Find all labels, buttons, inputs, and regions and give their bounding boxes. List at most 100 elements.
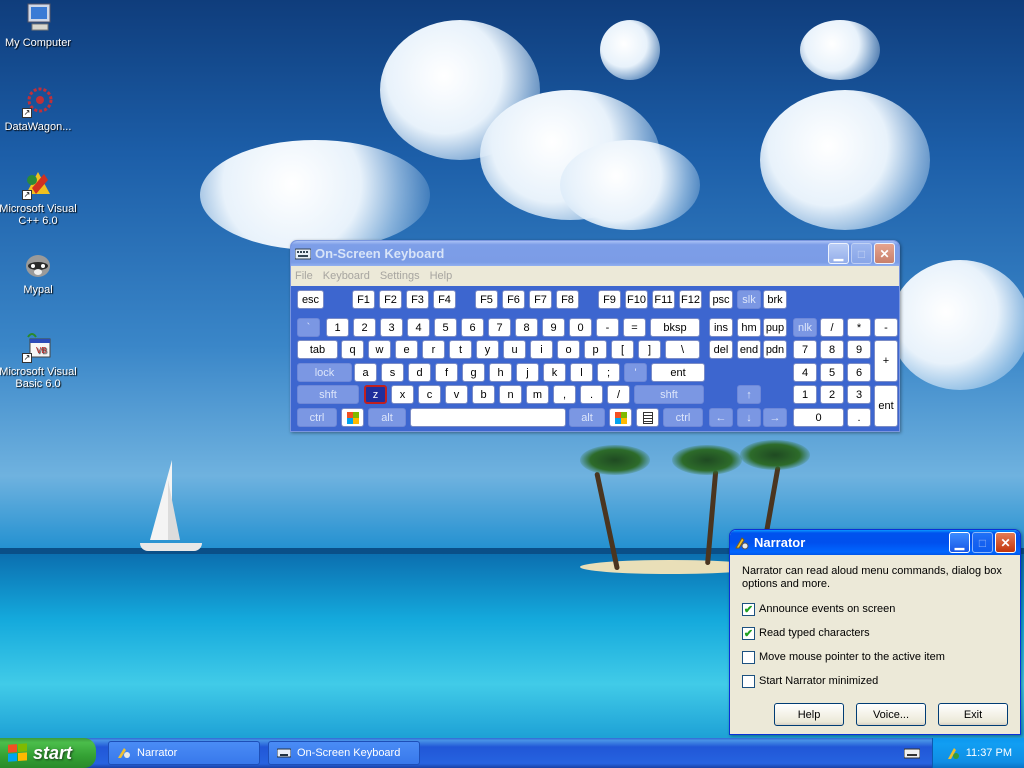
clock[interactable]: 11:37 PM — [966, 747, 1012, 759]
key-num-13[interactable]: bksp — [650, 318, 700, 337]
key-top-5[interactable]: t — [449, 340, 472, 359]
help-button[interactable]: Help — [774, 703, 844, 726]
key-top-14[interactable]: del — [709, 340, 733, 359]
key-home-4[interactable]: f — [435, 363, 458, 382]
key-num-2[interactable]: 2 — [353, 318, 376, 337]
key-num-8[interactable]: 8 — [515, 318, 538, 337]
key-space-row-3[interactable]: ctrl — [663, 408, 703, 427]
desktop-icon-visual-cpp[interactable]: ↗ Microsoft Visual C++ 6.0 — [0, 168, 78, 227]
key-space-row-0[interactable]: ctrl — [297, 408, 337, 427]
key-num-3[interactable]: 3 — [380, 318, 403, 337]
key-num-17[interactable]: nlk — [793, 318, 817, 337]
key-top-7[interactable]: u — [503, 340, 526, 359]
key-fn-5[interactable]: F5 — [475, 290, 498, 309]
menu-settings[interactable]: Settings — [380, 270, 420, 282]
key-top-10[interactable]: p — [584, 340, 607, 359]
key-bottom-2[interactable]: x — [391, 385, 414, 404]
key-fn-6[interactable]: F6 — [502, 290, 525, 309]
key-num-18[interactable]: / — [820, 318, 844, 337]
key-top-8[interactable]: i — [530, 340, 553, 359]
key-fn-13[interactable]: psc — [709, 290, 733, 309]
key-top-3[interactable]: e — [395, 340, 418, 359]
key-top-18[interactable]: 8 — [820, 340, 844, 359]
key-home-14[interactable]: 5 — [820, 363, 844, 382]
key-bottom-13[interactable]: 1 — [793, 385, 817, 404]
key-fn-1[interactable]: F1 — [352, 290, 375, 309]
menu-file[interactable]: File — [295, 270, 313, 282]
key-top-6[interactable]: y — [476, 340, 499, 359]
menu-help[interactable]: Help — [430, 270, 453, 282]
option-announce-events[interactable]: ✔ Announce events on screen — [742, 597, 1008, 621]
key-num-11[interactable]: - — [596, 318, 619, 337]
desktop-icon-my-computer[interactable]: My Computer — [0, 2, 78, 49]
key-top-11[interactable]: [ — [611, 340, 634, 359]
key-home-15[interactable]: 6 — [847, 363, 871, 382]
narrator-tray-icon[interactable] — [946, 746, 960, 760]
minimize-button[interactable]: ▁ — [828, 243, 849, 264]
option-start-minimized[interactable]: Start Narrator minimized — [742, 669, 1008, 693]
key-space-row-8[interactable]: . — [847, 408, 871, 427]
key-home-3[interactable]: d — [408, 363, 431, 382]
key-num-10[interactable]: 0 — [569, 318, 592, 337]
minimize-button[interactable]: ▁ — [949, 532, 970, 553]
key-home-12[interactable]: ent — [651, 363, 705, 382]
key-space[interactable] — [410, 408, 566, 427]
menu-keyboard[interactable]: Keyboard — [323, 270, 370, 282]
key-num-15[interactable]: hm — [737, 318, 761, 337]
task-narrator[interactable]: Narrator — [108, 741, 260, 765]
key-num-1[interactable]: 1 — [326, 318, 349, 337]
checkbox[interactable]: ✔ — [742, 602, 755, 616]
option-move-mouse[interactable]: Move mouse pointer to the active item — [742, 645, 1008, 669]
key-top-15[interactable]: end — [737, 340, 761, 359]
key-bottom-4[interactable]: v — [445, 385, 468, 404]
key-num-9[interactable]: 9 — [542, 318, 565, 337]
key-bottom-6[interactable]: n — [499, 385, 522, 404]
key-top-17[interactable]: 7 — [793, 340, 817, 359]
desktop-icon-visual-basic[interactable]: VB ↗ Microsoft Visual Basic 6.0 — [0, 331, 78, 390]
desktop-icon-datawagon[interactable]: ↗ DataWagon... — [0, 86, 78, 133]
key-num-7[interactable]: 7 — [488, 318, 511, 337]
key-bottom-15[interactable]: 3 — [847, 385, 871, 404]
option-read-typed[interactable]: ✔ Read typed characters — [742, 621, 1008, 645]
key-bottom-1[interactable]: z — [364, 385, 387, 404]
task-on-screen-keyboard[interactable]: On-Screen Keyboard — [268, 741, 420, 765]
key-menu[interactable] — [636, 408, 659, 427]
key-num-12[interactable]: = — [623, 318, 646, 337]
key-fn-3[interactable]: F3 — [406, 290, 429, 309]
key-space-row-4[interactable]: ← — [709, 408, 733, 427]
key-space-row-7[interactable]: 0 — [793, 408, 844, 427]
key-num-16[interactable]: pup — [763, 318, 787, 337]
key-windows[interactable] — [609, 408, 632, 427]
key-num-5[interactable]: 5 — [434, 318, 457, 337]
maximize-button[interactable]: □ — [851, 243, 872, 264]
key-fn-4[interactable]: F4 — [433, 290, 456, 309]
key-bottom-5[interactable]: b — [472, 385, 495, 404]
key-home-0[interactable]: lock — [297, 363, 352, 382]
key-top-12[interactable]: ] — [638, 340, 661, 359]
close-button[interactable]: ✕ — [995, 532, 1016, 553]
key-bottom-14[interactable]: 2 — [820, 385, 844, 404]
checkbox[interactable] — [742, 650, 755, 664]
key-fn-9[interactable]: F9 — [598, 290, 621, 309]
key-space-row-1[interactable]: alt — [368, 408, 406, 427]
key-top-4[interactable]: r — [422, 340, 445, 359]
key-space-row-2[interactable]: alt — [569, 408, 605, 427]
key-home-8[interactable]: k — [543, 363, 566, 382]
maximize-button[interactable]: □ — [972, 532, 993, 553]
key-home-7[interactable]: j — [516, 363, 539, 382]
key-bottom-9[interactable]: . — [580, 385, 603, 404]
key-fn-14[interactable]: slk — [737, 290, 761, 309]
checkbox[interactable] — [742, 674, 755, 688]
key-top-9[interactable]: o — [557, 340, 580, 359]
key-bottom-12[interactable]: ↑ — [737, 385, 761, 404]
key-home-13[interactable]: 4 — [793, 363, 817, 382]
key-top-19[interactable]: 9 — [847, 340, 871, 359]
key-home-11[interactable]: ' — [624, 363, 647, 382]
exit-button[interactable]: Exit — [938, 703, 1008, 726]
key-home-2[interactable]: s — [381, 363, 404, 382]
key-home-10[interactable]: ; — [597, 363, 620, 382]
key-num-6[interactable]: 6 — [461, 318, 484, 337]
key-top-13[interactable]: \ — [665, 340, 700, 359]
key-fn-10[interactable]: F10 — [625, 290, 648, 309]
checkbox[interactable]: ✔ — [742, 626, 755, 640]
